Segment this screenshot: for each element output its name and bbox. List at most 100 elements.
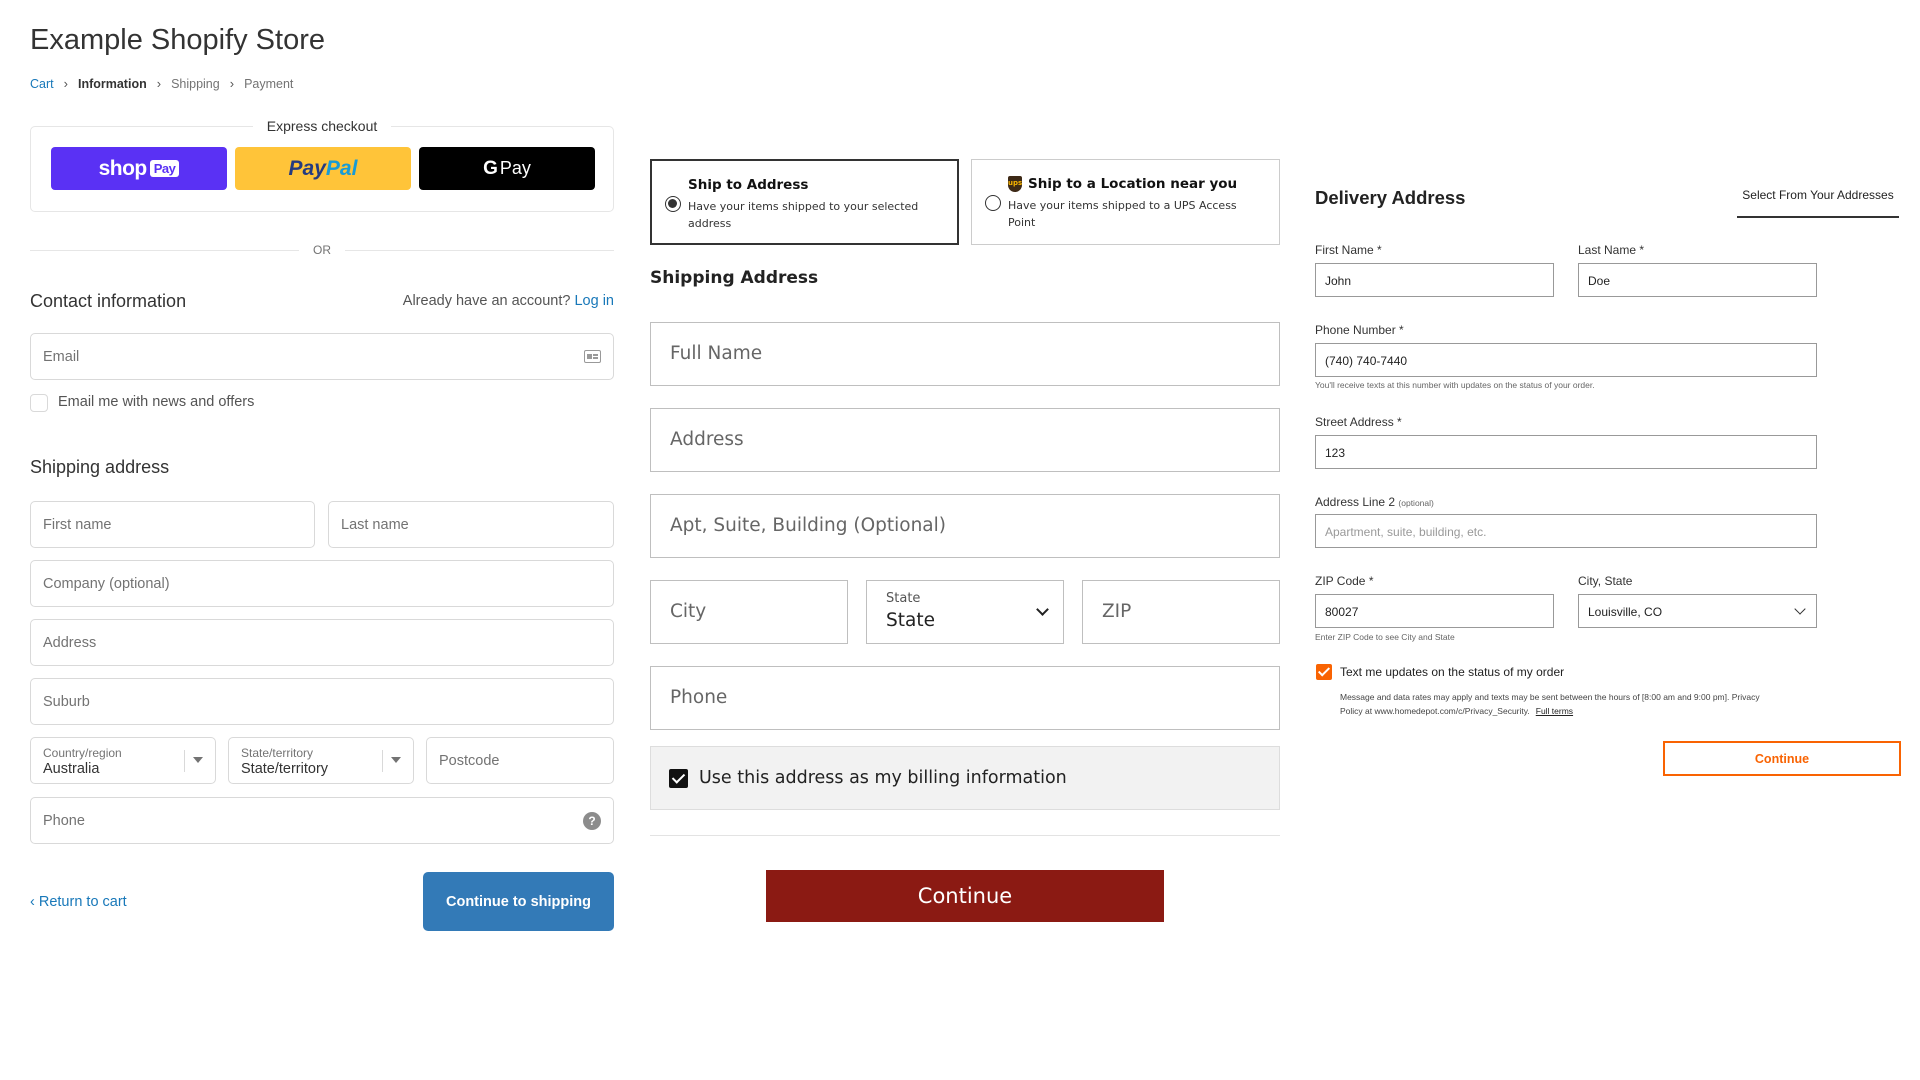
chevron-right-icon: ›: [156, 76, 162, 91]
address2-optional: (optional): [1398, 498, 1434, 508]
address-field[interactable]: Address: [30, 619, 614, 666]
zip-help: Enter ZIP Code to see City and State: [1315, 632, 1455, 642]
first-name-field[interactable]: John: [1315, 263, 1554, 297]
state-select[interactable]: State State: [866, 580, 1064, 644]
shopify-checkout-panel: Example Shopify Store Cart › Information…: [0, 0, 640, 1080]
ship-to-address-radio[interactable]: [665, 196, 681, 212]
email-field[interactable]: Email: [30, 333, 614, 380]
shipping-heading: Shipping address: [30, 457, 170, 477]
ship-to-location-radio[interactable]: [985, 195, 1001, 211]
chevron-right-icon: ›: [229, 76, 235, 91]
state-select[interactable]: State/territory State/territory: [228, 737, 414, 784]
chevron-left-icon: ‹: [30, 894, 39, 910]
phone-field[interactable]: (740) 740-7440: [1315, 343, 1817, 377]
phone-field[interactable]: Phone ?: [30, 797, 614, 844]
ship-to-address-option[interactable]: Ship to Address Have your items shipped …: [650, 159, 959, 245]
ups-icon: ups: [1008, 176, 1022, 192]
paypal-logo-pal: Pal: [325, 156, 358, 180]
first-name-field[interactable]: First name: [30, 501, 315, 548]
zip-field[interactable]: ZIP: [1082, 580, 1280, 644]
address2-field[interactable]: Apartment, suite, building, etc.: [1315, 514, 1817, 548]
text-updates-label: Text me updates on the status of my orde…: [1340, 665, 1565, 679]
apt-placeholder: Apt, Suite, Building (Optional): [670, 515, 947, 536]
continue-to-shipping-button[interactable]: Continue to shipping: [423, 872, 614, 931]
breadcrumb-cart[interactable]: Cart: [30, 77, 54, 91]
contact-card-icon: [584, 350, 601, 363]
return-to-cart-link[interactable]: ‹ Return to cart: [30, 894, 127, 910]
zip-placeholder: ZIP: [1102, 601, 1132, 622]
phone-placeholder: Phone: [43, 813, 85, 829]
country-label: Country/region: [43, 746, 122, 760]
street-value: 123: [1325, 446, 1346, 460]
billing-same-row[interactable]: Use this address as my billing informati…: [650, 746, 1280, 810]
city-field[interactable]: City: [650, 580, 848, 644]
postcode-field[interactable]: Postcode: [426, 737, 614, 784]
zip-value: 80027: [1325, 605, 1359, 619]
address2-label: Address Line 2 (optional): [1315, 495, 1434, 509]
text-updates-checkbox[interactable]: [1316, 664, 1332, 680]
address-placeholder: Address: [43, 635, 97, 651]
full-name-field[interactable]: Full Name: [650, 322, 1280, 386]
state-value: State/territory: [241, 761, 329, 777]
breadcrumb: Cart › Information › Shipping › Payment: [30, 76, 293, 91]
address2-label-text: Address Line 2: [1315, 495, 1396, 509]
zip-field[interactable]: 80027: [1315, 594, 1554, 628]
ship-to-location-option[interactable]: ups Ship to a Location near you Have your…: [971, 159, 1280, 245]
address-field[interactable]: Address: [650, 408, 1280, 472]
first-name-value: John: [1325, 274, 1352, 288]
phone-value: (740) 740-7440: [1325, 354, 1408, 368]
last-name-label-text: Last Name: [1578, 243, 1637, 257]
ship-to-location-title: Ship to a Location near you: [1028, 176, 1238, 192]
delivery-address-heading: Delivery Address: [1315, 187, 1466, 208]
continue-button[interactable]: Continue: [1663, 741, 1901, 776]
store-title: Example Shopify Store: [30, 24, 325, 56]
account-prompt-text: Already have an account?: [402, 293, 571, 309]
city-state-value: Louisville, CO: [1588, 605, 1663, 619]
select-addresses-tab[interactable]: Select From Your Addresses: [1737, 188, 1899, 218]
phone-placeholder: Phone: [670, 687, 728, 708]
state-value: State: [886, 610, 935, 631]
company-field[interactable]: Company (optional): [30, 560, 614, 607]
chevron-down-icon: [1794, 603, 1806, 615]
zip-label-text: ZIP Code: [1315, 574, 1366, 588]
paypal-button[interactable]: Pay Pal: [235, 147, 411, 190]
address-placeholder: Address: [670, 429, 744, 450]
login-link[interactable]: Log in: [574, 293, 614, 309]
first-name-label: First Name *: [1315, 243, 1382, 257]
country-select[interactable]: Country/region Australia: [30, 737, 216, 784]
zip-label: ZIP Code *: [1315, 574, 1374, 588]
last-name-field[interactable]: Last name: [328, 501, 614, 548]
last-name-placeholder: Last name: [341, 517, 409, 533]
phone-label: Phone Number *: [1315, 323, 1404, 337]
company-placeholder: Company (optional): [43, 576, 170, 592]
chevron-down-icon: [1036, 603, 1049, 616]
address2-placeholder: Apartment, suite, building, etc.: [1325, 525, 1487, 539]
state-label: State/territory: [241, 746, 314, 760]
billing-checkbox[interactable]: [669, 769, 688, 788]
express-checkout: Express checkout shop Pay Pay Pal G Pay: [30, 118, 614, 212]
return-to-cart-label: Return to cart: [38, 894, 127, 910]
google-pay-button[interactable]: G Pay: [419, 147, 595, 190]
ship-to-location-desc: Have your items shipped to a UPS Access …: [1008, 199, 1237, 229]
shop-pay-button[interactable]: shop Pay: [51, 147, 227, 190]
suburb-field[interactable]: Suburb: [30, 678, 614, 725]
full-name-placeholder: Full Name: [670, 343, 763, 364]
last-name-field[interactable]: Doe: [1578, 263, 1817, 297]
city-state-select[interactable]: Louisville, CO: [1578, 594, 1817, 628]
ship-to-address-title: Ship to Address: [688, 177, 809, 193]
delivery-address-panel: Delivery Address Select From Your Addres…: [1300, 0, 1920, 1080]
street-field[interactable]: 123: [1315, 435, 1817, 469]
apt-field[interactable]: Apt, Suite, Building (Optional): [650, 494, 1280, 558]
email-placeholder: Email: [43, 349, 80, 365]
select-divider: [184, 750, 185, 772]
account-prompt: Already have an account? Log in: [403, 293, 614, 309]
newsletter-checkbox[interactable]: [30, 394, 48, 412]
google-pay-label: Pay: [499, 158, 531, 178]
question-mark-icon[interactable]: ?: [583, 812, 601, 830]
fine-print: Message and data rates may apply and tex…: [1340, 690, 1780, 718]
continue-button[interactable]: Continue: [766, 870, 1164, 922]
phone-field[interactable]: Phone: [650, 666, 1280, 730]
city-state-label: City, State: [1578, 574, 1633, 588]
full-terms-link[interactable]: Full terms: [1536, 706, 1573, 716]
ship-to-address-desc: Have your items shipped to your selected…: [688, 200, 919, 230]
